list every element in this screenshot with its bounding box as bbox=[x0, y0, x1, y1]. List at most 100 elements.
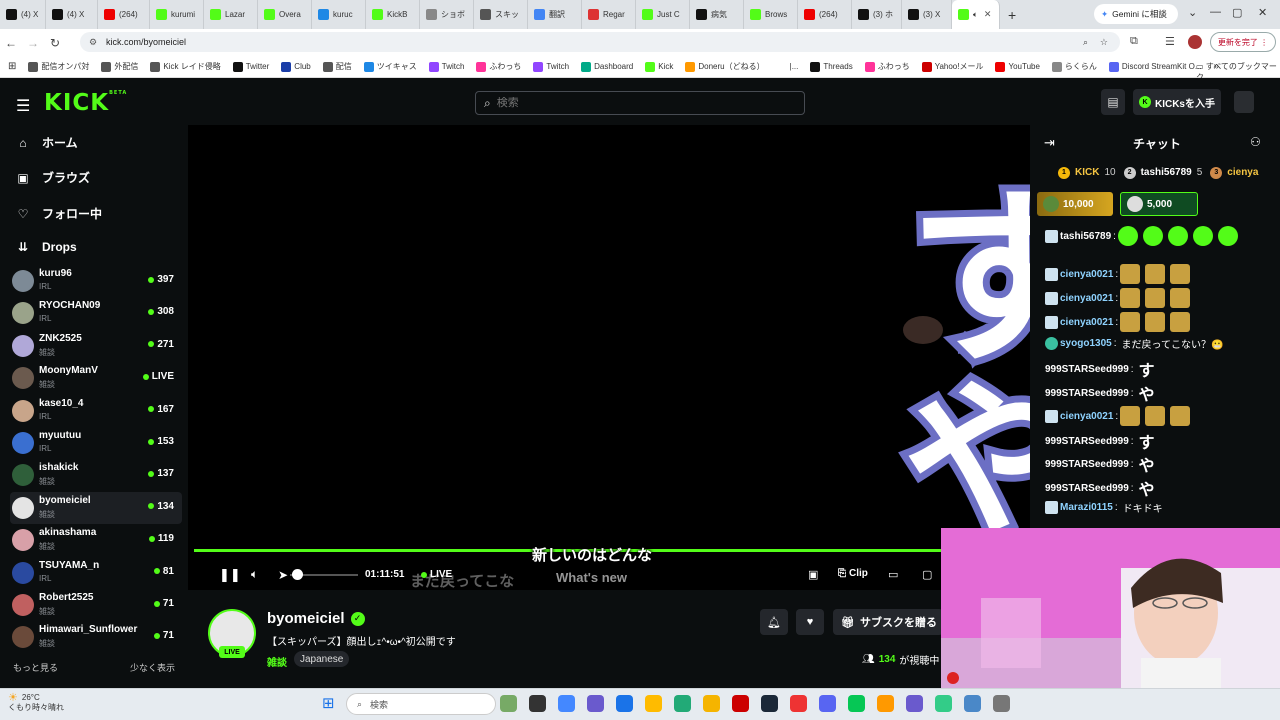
chat-username[interactable]: 999STARSeed999 bbox=[1045, 364, 1129, 375]
bookmark-item[interactable]: Club bbox=[281, 61, 311, 72]
bookmark-item[interactable]: ツイキャス bbox=[363, 61, 417, 72]
chat-username[interactable]: cienya0021 bbox=[1060, 293, 1113, 304]
nav-item-drops[interactable]: ⇊ Drops bbox=[16, 240, 77, 254]
forward-icon[interactable]: → bbox=[22, 36, 44, 50]
notification-bell-button[interactable]: 🔔︎ bbox=[760, 609, 788, 635]
theater-mode-button[interactable]: ▤ bbox=[1101, 89, 1125, 115]
taskbar-app-icon[interactable] bbox=[500, 695, 517, 712]
chat-username[interactable]: 999STARSeed999 bbox=[1045, 436, 1129, 447]
browser-tab[interactable]: Overa bbox=[258, 0, 312, 29]
chat-users-icon[interactable]: ⚇ bbox=[1250, 135, 1261, 149]
taskbar-app-icon[interactable] bbox=[587, 695, 604, 712]
back-icon[interactable]: ← bbox=[0, 36, 22, 50]
channel-item[interactable]: byomeiciel 雑談 134 bbox=[10, 491, 182, 524]
browser-tab[interactable]: ショボ bbox=[420, 0, 474, 29]
taskbar-app-icon[interactable] bbox=[848, 695, 865, 712]
taskbar-app-icon[interactable] bbox=[935, 695, 952, 712]
taskbar-app-icon[interactable] bbox=[964, 695, 981, 712]
bookmark-item[interactable]: らくらん bbox=[1051, 61, 1097, 72]
taskbar-app-icon[interactable] bbox=[558, 695, 575, 712]
channel-item[interactable]: kuru96 IRL 397 bbox=[10, 265, 182, 297]
taskbar-app-icon[interactable] bbox=[703, 695, 720, 712]
chat-message[interactable]: cienya0021: bbox=[1045, 264, 1193, 284]
gift-sub-button[interactable]: 🎁︎ サブスクを贈る bbox=[833, 609, 943, 635]
reading-list-icon[interactable]: ☰ bbox=[1165, 35, 1175, 48]
channel-item[interactable]: Himawari_Sunflower 雑談 71 bbox=[10, 621, 182, 653]
leaderboard-entry[interactable]: 3 cienya bbox=[1210, 165, 1263, 180]
channel-item[interactable]: akinashama 雑談 119 bbox=[10, 524, 182, 556]
clip-button[interactable]: ⎘ Clip bbox=[838, 568, 868, 579]
channel-item[interactable]: kase10_4 IRL 167 bbox=[10, 395, 182, 427]
volume-icon[interactable]: 🔈︎ bbox=[251, 567, 258, 582]
chat-message[interactable]: 999STARSeed999: や bbox=[1045, 476, 1155, 500]
bookmark-item[interactable]: |... bbox=[776, 61, 798, 72]
chat-username[interactable]: 999STARSeed999 bbox=[1045, 388, 1129, 399]
chat-username[interactable]: cienya0021 bbox=[1060, 269, 1113, 280]
taskbar-search[interactable]: ⌕ 検索 bbox=[346, 693, 496, 715]
show-less-link[interactable]: 少なく表示 bbox=[130, 661, 175, 674]
volume-knob[interactable] bbox=[292, 569, 303, 580]
taskbar-app-icon[interactable] bbox=[732, 695, 749, 712]
chat-message[interactable]: syogo1305: まだ戻ってこない？😬 bbox=[1045, 336, 1223, 351]
taskbar-app-icon[interactable] bbox=[529, 695, 546, 712]
nav-item-heart[interactable]: ♡ フォロー中 bbox=[16, 205, 102, 222]
bookmark-item[interactable]: 配信オンパ対 bbox=[28, 61, 89, 72]
bookmark-item[interactable]: Twitter bbox=[232, 61, 269, 72]
menu-icon[interactable]: ☰ bbox=[16, 96, 30, 116]
gemini-tab[interactable]: ✦ Gemini に相談 bbox=[1094, 4, 1178, 24]
chat-message[interactable]: cienya0021: bbox=[1045, 406, 1193, 426]
browser-tab[interactable]: (4) X bbox=[0, 0, 46, 29]
zoom-icon[interactable]: ⌕ bbox=[1083, 37, 1088, 48]
new-tab-button[interactable]: + bbox=[1008, 7, 1016, 23]
bookmark-item[interactable]: Twitch bbox=[533, 61, 569, 72]
close-window-button[interactable]: ✕ bbox=[1258, 6, 1267, 19]
taskbar-app-icon[interactable] bbox=[906, 695, 923, 712]
browser-tab[interactable]: kurumi bbox=[150, 0, 204, 29]
weather-widget[interactable]: ☀ 26°C くもり時々晴れ bbox=[8, 693, 64, 713]
chat-message[interactable]: cienya0021: bbox=[1045, 288, 1193, 308]
chat-username[interactable]: tashi56789 bbox=[1060, 231, 1111, 242]
captions-icon[interactable]: ▭ bbox=[888, 568, 898, 581]
chat-username[interactable]: Marazi0115 bbox=[1060, 502, 1113, 513]
channel-item[interactable]: Robert2525 雑談 71 bbox=[10, 589, 182, 621]
browser-tab[interactable]: Brows bbox=[744, 0, 798, 29]
collapse-chat-icon[interactable]: ⇥ bbox=[1044, 135, 1055, 151]
bookmark-item[interactable]: ふわっち bbox=[864, 61, 910, 72]
browser-tab[interactable]: 病気 bbox=[690, 0, 744, 29]
bookmark-item[interactable]: Discord StreamKit O... bbox=[1108, 61, 1202, 72]
stream-category[interactable]: 雑談 bbox=[267, 654, 287, 669]
bookmark-item[interactable]: Yahoo!メール bbox=[921, 61, 983, 72]
site-info-icon[interactable]: ⚙ bbox=[89, 37, 97, 48]
browser-tab[interactable]: (3) ホ bbox=[852, 0, 902, 29]
kick-logo[interactable]: KICKBETA bbox=[44, 90, 127, 116]
leaderboard-entry[interactable]: 1 KICK 10 bbox=[1058, 165, 1116, 180]
channel-item[interactable]: ZNK2525 雑談 271 bbox=[10, 330, 182, 362]
chat-message[interactable]: tashi56789: bbox=[1045, 226, 1241, 246]
search-box[interactable]: ⌕ bbox=[475, 91, 805, 115]
chat-message[interactable]: cienya0021: bbox=[1045, 312, 1193, 332]
browser-tab[interactable]: KickB bbox=[366, 0, 420, 29]
bookmark-item[interactable]: 配信 bbox=[322, 61, 352, 72]
close-tab-icon[interactable]: ✕ bbox=[984, 9, 992, 20]
browser-tab[interactable]: Just C bbox=[636, 0, 690, 29]
chat-message[interactable]: 999STARSeed999: す bbox=[1045, 429, 1155, 453]
leaderboard-entry[interactable]: 2 tashi56789 5 bbox=[1123, 165, 1202, 180]
taskbar-app-icon[interactable] bbox=[674, 695, 691, 712]
browser-tab[interactable]: Lazar bbox=[204, 0, 258, 29]
taskbar-app-icon[interactable] bbox=[761, 695, 778, 712]
pinned-gift-1[interactable]: 10,000 bbox=[1037, 192, 1113, 216]
browser-tab[interactable]: kuruc bbox=[312, 0, 366, 29]
window-minimize-icon[interactable]: — bbox=[1210, 6, 1221, 18]
bookmark-star-icon[interactable]: ☆ bbox=[1100, 37, 1108, 48]
follow-button[interactable]: ♥ bbox=[796, 609, 824, 635]
fullscreen-icon[interactable]: ▢ bbox=[922, 568, 932, 581]
taskbar-app-icon[interactable] bbox=[993, 695, 1010, 712]
chat-message[interactable]: 999STARSeed999: す bbox=[1045, 357, 1155, 381]
pip-icon[interactable]: ▣ bbox=[808, 568, 818, 581]
bookmark-item[interactable]: Doneru（どねる） bbox=[685, 61, 765, 72]
chat-message[interactable]: Marazi0115: ドキドキ bbox=[1045, 500, 1163, 515]
bookmark-item[interactable]: Threads bbox=[810, 61, 853, 72]
bookmark-item[interactable]: Kick レイド侵略 bbox=[150, 61, 221, 72]
browser-tab-active[interactable]: 🔈︎ ✕ bbox=[952, 0, 1000, 29]
chat-message[interactable]: 999STARSeed999: や bbox=[1045, 452, 1155, 476]
